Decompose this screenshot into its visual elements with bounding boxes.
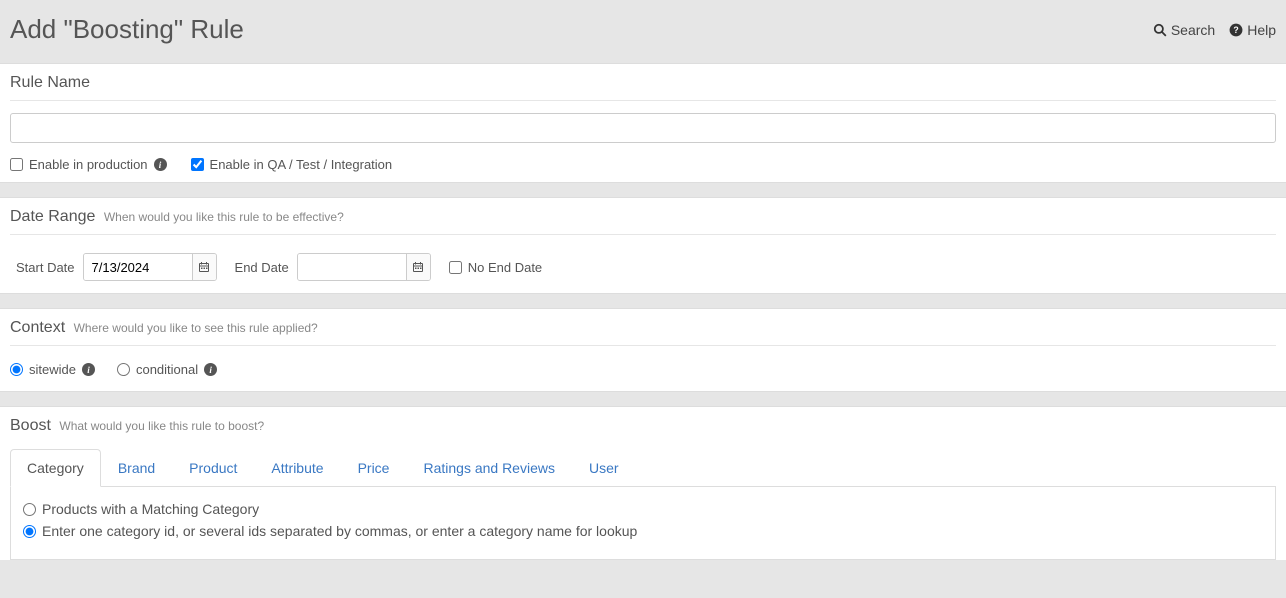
enable-production-label: Enable in production [29, 157, 148, 172]
tab-user[interactable]: User [572, 449, 636, 487]
context-sitewide-label: sitewide [29, 362, 76, 377]
tab-product[interactable]: Product [172, 449, 254, 487]
search-button[interactable]: Search [1153, 22, 1215, 38]
no-end-date-input[interactable] [449, 261, 462, 274]
tab-attribute[interactable]: Attribute [254, 449, 340, 487]
end-date-input[interactable] [298, 254, 406, 280]
enable-production-input[interactable] [10, 158, 23, 171]
boost-title-text: Boost [10, 417, 51, 434]
boost-tab-body: Products with a Matching Category Enter … [10, 487, 1276, 560]
date-range-title-text: Date Range [10, 208, 95, 225]
category-matching-radio[interactable]: Products with a Matching Category [23, 501, 1263, 517]
boost-tabs: Category Brand Product Attribute Price R… [10, 449, 1276, 487]
info-icon[interactable]: i [154, 158, 167, 171]
tab-category[interactable]: Category [10, 449, 101, 487]
calendar-icon [198, 261, 210, 273]
info-icon[interactable]: i [204, 363, 217, 376]
end-date-field [297, 253, 431, 281]
category-ids-radio[interactable]: Enter one category id, or several ids se… [23, 523, 1263, 539]
date-range-panel: Date Range When would you like this rule… [0, 197, 1286, 294]
context-conditional-input[interactable] [117, 363, 130, 376]
boost-panel: Boost What would you like this rule to b… [0, 406, 1286, 560]
help-button[interactable]: ? Help [1229, 22, 1276, 38]
end-date-calendar-button[interactable] [406, 254, 430, 280]
category-ids-label: Enter one category id, or several ids se… [42, 523, 637, 539]
help-icon: ? [1229, 23, 1243, 37]
context-sitewide-input[interactable] [10, 363, 23, 376]
context-subtitle: Where would you like to see this rule ap… [74, 321, 318, 335]
context-conditional-label: conditional [136, 362, 198, 377]
context-panel: Context Where would you like to see this… [0, 308, 1286, 392]
category-matching-input[interactable] [23, 503, 36, 516]
rule-name-input[interactable] [10, 113, 1276, 143]
context-options: sitewide i conditional i [10, 358, 1276, 381]
start-date-input[interactable] [84, 254, 192, 280]
context-title: Context Where would you like to see this… [10, 319, 1276, 346]
end-date-label: End Date [235, 260, 289, 275]
page-title: Add "Boosting" Rule [10, 14, 244, 45]
date-row: Start Date End Date No End Date [10, 247, 1276, 283]
context-conditional-radio[interactable]: conditional i [117, 362, 217, 377]
enable-production-checkbox[interactable]: Enable in production i [10, 157, 167, 172]
enable-qa-checkbox[interactable]: Enable in QA / Test / Integration [191, 157, 393, 172]
help-label: Help [1247, 22, 1276, 38]
boost-title: Boost What would you like this rule to b… [10, 417, 1276, 443]
enable-qa-label: Enable in QA / Test / Integration [210, 157, 393, 172]
svg-text:?: ? [1234, 24, 1239, 34]
start-date-label: Start Date [16, 260, 75, 275]
no-end-date-label: No End Date [468, 260, 542, 275]
page-header: Add "Boosting" Rule Search ? Help [0, 0, 1286, 63]
start-date-group: Start Date [16, 253, 217, 281]
search-label: Search [1171, 22, 1215, 38]
context-title-text: Context [10, 319, 65, 336]
start-date-calendar-button[interactable] [192, 254, 216, 280]
calendar-icon [412, 261, 424, 273]
date-range-title: Date Range When would you like this rule… [10, 208, 1276, 235]
tab-price[interactable]: Price [341, 449, 407, 487]
category-ids-input[interactable] [23, 525, 36, 538]
tab-ratings[interactable]: Ratings and Reviews [406, 449, 572, 487]
no-end-date-checkbox[interactable]: No End Date [449, 260, 542, 275]
context-sitewide-radio[interactable]: sitewide i [10, 362, 95, 377]
boost-subtitle: What would you like this rule to boost? [59, 419, 264, 433]
category-matching-label: Products with a Matching Category [42, 501, 259, 517]
date-range-subtitle: When would you like this rule to be effe… [104, 210, 344, 224]
rule-name-options: Enable in production i Enable in QA / Te… [10, 157, 1276, 172]
enable-qa-input[interactable] [191, 158, 204, 171]
tab-brand[interactable]: Brand [101, 449, 172, 487]
end-date-group: End Date [235, 253, 431, 281]
start-date-field [83, 253, 217, 281]
info-icon[interactable]: i [82, 363, 95, 376]
rule-name-title: Rule Name [10, 74, 1276, 101]
search-icon [1153, 23, 1167, 37]
header-actions: Search ? Help [1153, 22, 1276, 38]
rule-name-panel: Rule Name Enable in production i Enable … [0, 63, 1286, 183]
